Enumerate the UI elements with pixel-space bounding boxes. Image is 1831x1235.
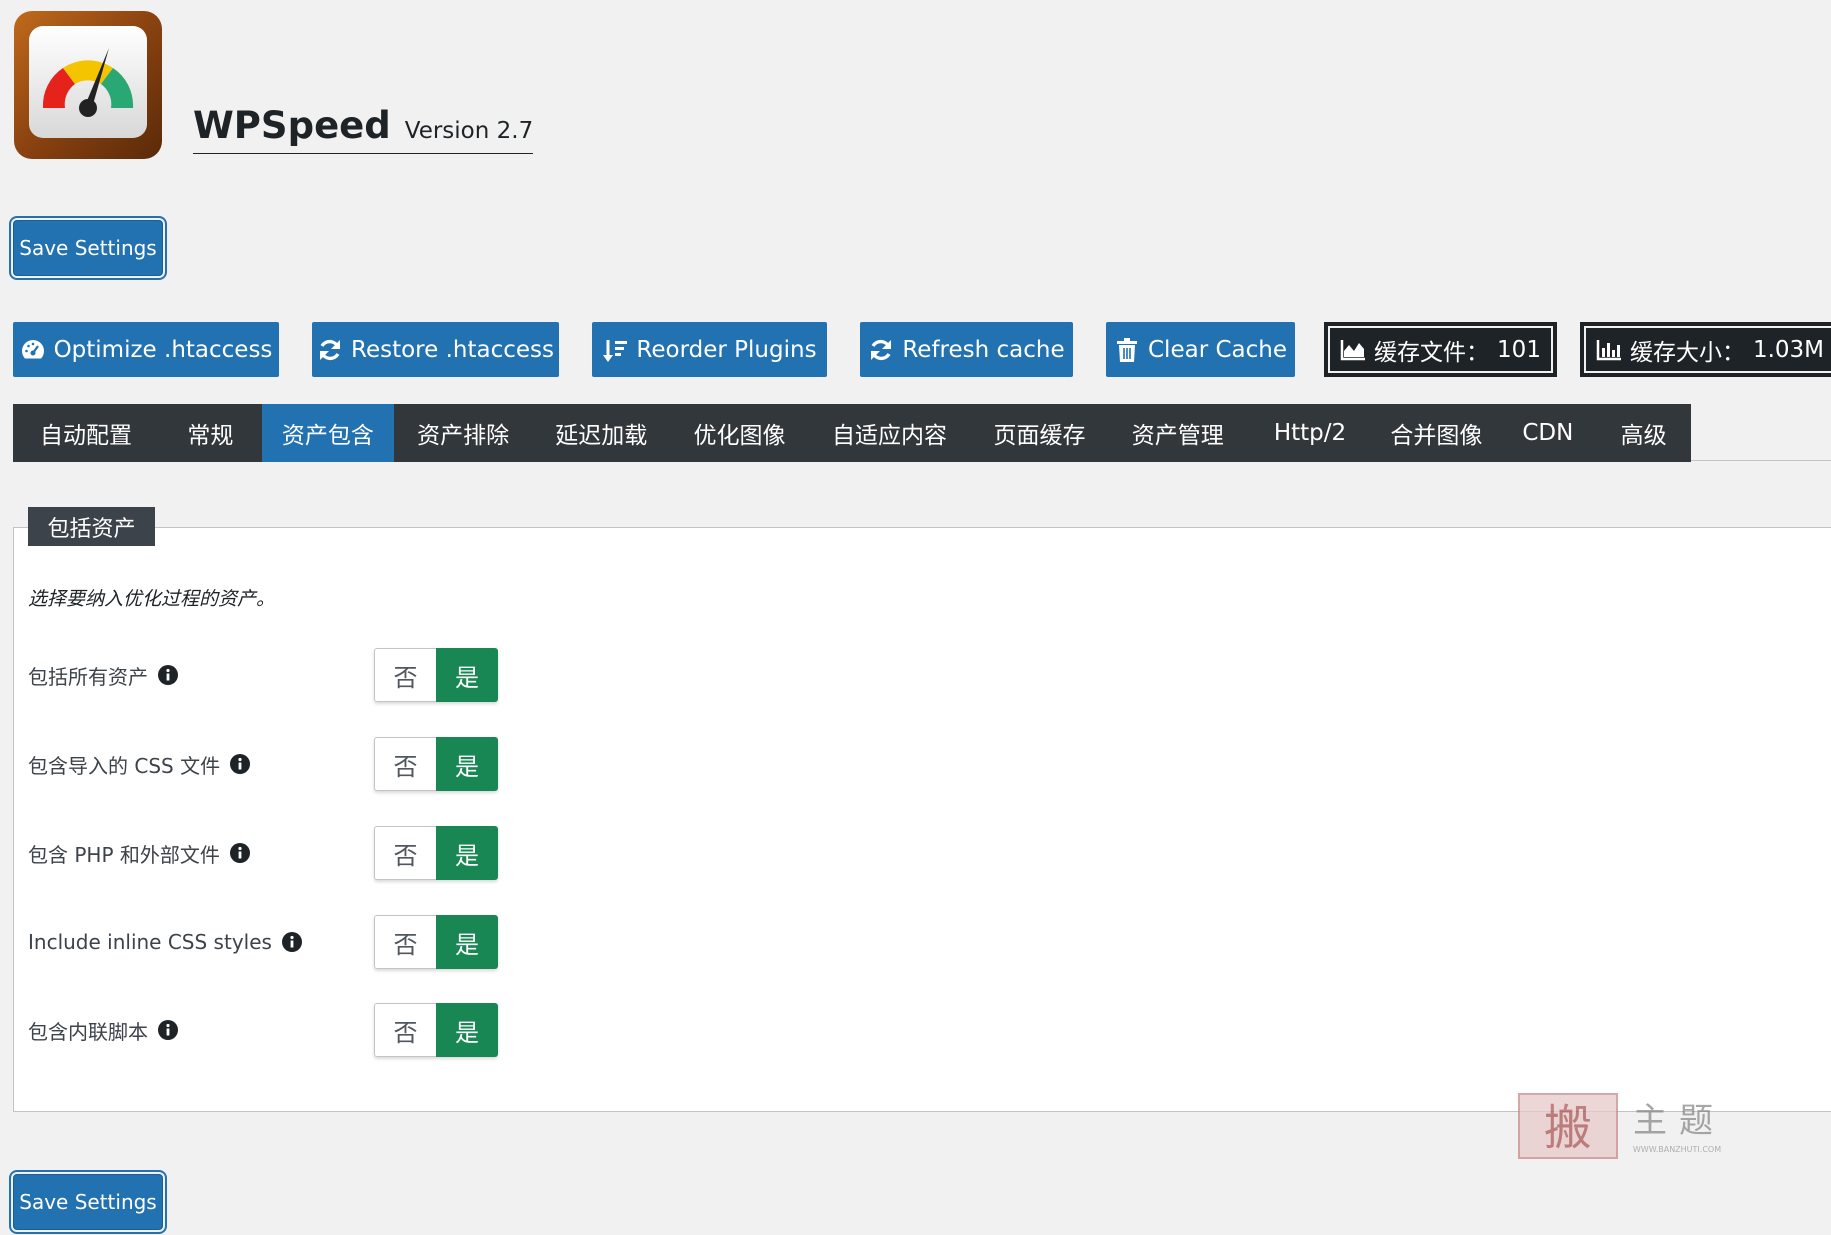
option-row: 包含内联脚本 否 是 xyxy=(28,1003,508,1057)
toggle-no[interactable]: 否 xyxy=(374,737,436,791)
svg-text:搬: 搬 xyxy=(1544,1100,1592,1156)
info-icon[interactable] xyxy=(158,1020,178,1040)
refresh-cache-label: Refresh cache xyxy=(902,336,1065,363)
tab-advanced[interactable]: 高级 xyxy=(1596,404,1691,462)
cache-size-label: 缓存大小： xyxy=(1629,339,1745,366)
reorder-plugins-label: Reorder Plugins xyxy=(636,336,817,363)
toggle-yes[interactable]: 是 xyxy=(436,648,498,702)
page-title: WPSpeed Version 2.7 xyxy=(193,104,534,154)
toggle-yes[interactable]: 是 xyxy=(436,1003,498,1057)
cache-files-label: 缓存文件： xyxy=(1374,339,1490,366)
tab-optimize-images[interactable]: 优化图像 xyxy=(670,404,808,462)
info-icon[interactable] xyxy=(281,932,302,952)
clear-cache-label: Clear Cache xyxy=(1148,336,1287,363)
option-label: 包含导入的 CSS 文件 xyxy=(28,753,221,778)
tab-cdn[interactable]: CDN xyxy=(1500,404,1597,462)
option-label: 包括所有资产 xyxy=(28,664,148,689)
refresh-icon xyxy=(320,339,340,360)
watermark-logo: 搬 主题 WWW.BANZHUTI.COM xyxy=(1518,1093,1725,1159)
toggle-yes[interactable]: 是 xyxy=(436,826,498,880)
tab-asset-management[interactable]: 资产管理 xyxy=(1109,404,1247,462)
tab-lazy-load[interactable]: 延迟加载 xyxy=(532,404,670,462)
tab-auto-config[interactable]: 自动配置 xyxy=(13,404,159,462)
option-toggle: 否 是 xyxy=(374,737,498,791)
tab-page-cache[interactable]: 页面缓存 xyxy=(970,404,1108,462)
option-row: 包含导入的 CSS 文件 否 是 xyxy=(28,737,508,791)
option-label: 包含内联脚本 xyxy=(28,1019,148,1044)
refresh-icon xyxy=(871,339,892,360)
reorder-plugins-button[interactable]: Reorder Plugins xyxy=(592,322,827,377)
restore-htaccess-button[interactable]: Restore .htaccess xyxy=(312,322,559,377)
dashboard-icon xyxy=(21,339,44,358)
save-settings-button-top[interactable]: Save Settings xyxy=(13,220,163,276)
clear-cache-button[interactable]: Clear Cache xyxy=(1106,322,1295,377)
tab-sprite-images[interactable]: 合并图像 xyxy=(1373,404,1499,462)
option-toggle: 否 是 xyxy=(374,826,498,880)
toggle-no[interactable]: 否 xyxy=(374,648,436,702)
option-row: 包括所有资产 否 是 xyxy=(28,648,508,702)
toggle-no[interactable]: 否 xyxy=(374,1003,436,1057)
option-toggle: 否 是 xyxy=(374,915,498,969)
option-toggle: 否 是 xyxy=(374,648,498,702)
settings-tabs: 自动配置 常规 资产包含 资产排除 延迟加载 优化图像 自适应内容 页面缓存 资… xyxy=(13,404,1691,462)
area-chart-icon xyxy=(1340,339,1366,360)
info-icon[interactable] xyxy=(230,754,251,774)
sort-icon xyxy=(603,339,628,362)
option-label: Include inline CSS styles xyxy=(28,930,272,954)
toggle-yes[interactable]: 是 xyxy=(436,915,498,969)
info-icon[interactable] xyxy=(158,665,178,685)
tab-http2[interactable]: Http/2 xyxy=(1247,404,1373,462)
toggle-no[interactable]: 否 xyxy=(374,826,436,880)
tab-general[interactable]: 常规 xyxy=(159,404,262,462)
tab-adaptive-content[interactable]: 自适应内容 xyxy=(809,404,971,462)
optimize-htaccess-label: Optimize .htaccess xyxy=(53,336,273,363)
cache-size-value: 1.03M xyxy=(1752,336,1825,363)
svg-text:WWW.BANZHUTI.COM: WWW.BANZHUTI.COM xyxy=(1633,1145,1721,1154)
option-label: 包含 PHP 和外部文件 xyxy=(28,842,220,867)
cache-files-value: 101 xyxy=(1497,336,1541,363)
app-name: WPSpeed xyxy=(193,104,391,147)
restore-htaccess-label: Restore .htaccess xyxy=(351,336,554,363)
toggle-no[interactable]: 否 xyxy=(374,915,436,969)
cache-files-stat: 缓存文件： 101 xyxy=(1324,322,1557,377)
option-toggle: 否 是 xyxy=(374,1003,498,1057)
tab-asset-exclude[interactable]: 资产排除 xyxy=(394,404,532,462)
svg-text:主题: 主题 xyxy=(1633,1101,1725,1141)
trash-icon xyxy=(1117,337,1137,362)
optimize-htaccess-button[interactable]: Optimize .htaccess xyxy=(13,322,279,377)
panel-description: 选择要纳入优化过程的资产。 xyxy=(28,588,276,610)
tab-asset-include[interactable]: 资产包含 xyxy=(261,404,394,462)
option-row: Include inline CSS styles 否 是 xyxy=(28,915,508,969)
tab-divider xyxy=(1691,460,1831,461)
bar-chart-icon xyxy=(1596,339,1621,360)
info-icon[interactable] xyxy=(229,843,250,863)
app-version: Version 2.7 xyxy=(404,118,534,144)
toggle-yes[interactable]: 是 xyxy=(436,737,498,791)
panel-title: 包括资产 xyxy=(28,507,155,546)
speedometer-logo xyxy=(14,11,162,159)
refresh-cache-button[interactable]: Refresh cache xyxy=(860,322,1073,377)
option-row: 包含 PHP 和外部文件 否 是 xyxy=(28,826,508,880)
save-settings-button-bottom[interactable]: Save Settings xyxy=(13,1174,163,1230)
cache-size-stat: 缓存大小： 1.03M xyxy=(1580,322,1831,377)
